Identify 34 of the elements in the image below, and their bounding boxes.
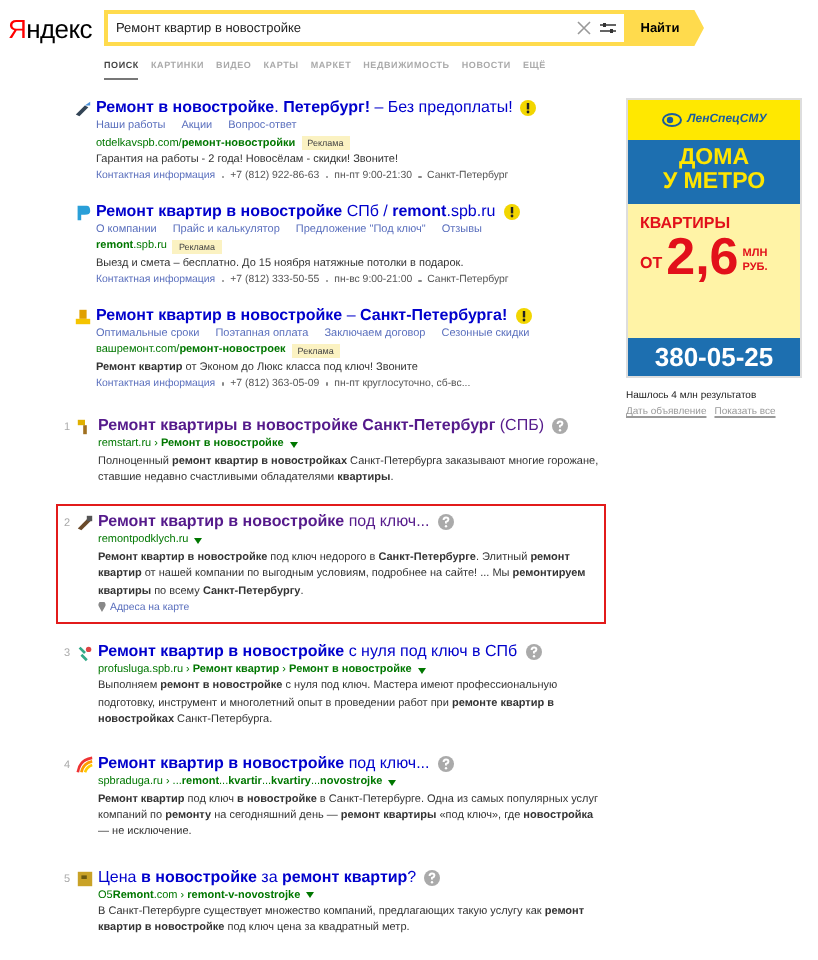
- banner-offer: КВАРТИРЫ: [640, 214, 733, 232]
- warning-icon[interactable]: [503, 203, 520, 220]
- site-icon: [76, 869, 94, 888]
- result-title-link[interactable]: Цена в новостройке за ремонт квартир?: [98, 867, 417, 888]
- result-title-link[interactable]: Ремонт в новостройке. Петербург! – Без предоплаты!: [96, 98, 513, 118]
- banner-phone: 380-05-25: [628, 338, 800, 376]
- logo[interactable]: Яндекс: [8, 13, 104, 43]
- caret-icon[interactable]: [417, 667, 426, 674]
- price-prefix: ОТ: [640, 254, 663, 276]
- caret-icon[interactable]: [306, 892, 315, 899]
- brand-logo-icon: [661, 112, 682, 128]
- filter-icon[interactable]: [600, 20, 616, 36]
- result-title-link[interactable]: Ремонт квартиры в новостройке Санкт-Петербург (СПБ): [98, 416, 544, 437]
- result-title-link[interactable]: Ремонт квартир в новостройке под ключ...: [98, 512, 430, 533]
- caret-icon[interactable]: [388, 780, 397, 787]
- price: 2,6: [666, 232, 739, 280]
- site-icon: [74, 307, 92, 326]
- banner-headline: У МЕТРО: [660, 170, 768, 194]
- site-icon: [74, 100, 92, 118]
- result-title-link[interactable]: Ремонт квартир в новостройке СПб / remont.spb.ru: [96, 201, 496, 222]
- warning-icon[interactable]: [515, 307, 532, 324]
- banner-headline: ДОМА: [676, 146, 752, 170]
- result-title-link[interactable]: Ремонт квартир в новостройке с нуля под ключ в СПб: [98, 641, 518, 662]
- caret-icon[interactable]: [289, 442, 298, 449]
- site-icon: [76, 643, 94, 662]
- site-icon: [76, 756, 94, 775]
- warning-icon[interactable]: [520, 100, 537, 116]
- clear-icon[interactable]: [576, 20, 592, 36]
- result-title-link[interactable]: Ремонт квартир в новостройке – Санкт-Петербурга!: [96, 305, 508, 326]
- caret-icon[interactable]: [194, 538, 203, 545]
- site-icon: [74, 203, 92, 222]
- pin-icon: [98, 602, 106, 613]
- site-icon: [76, 514, 94, 533]
- result-title-link[interactable]: Ремонт квартир в новостройке под ключ...: [98, 754, 430, 775]
